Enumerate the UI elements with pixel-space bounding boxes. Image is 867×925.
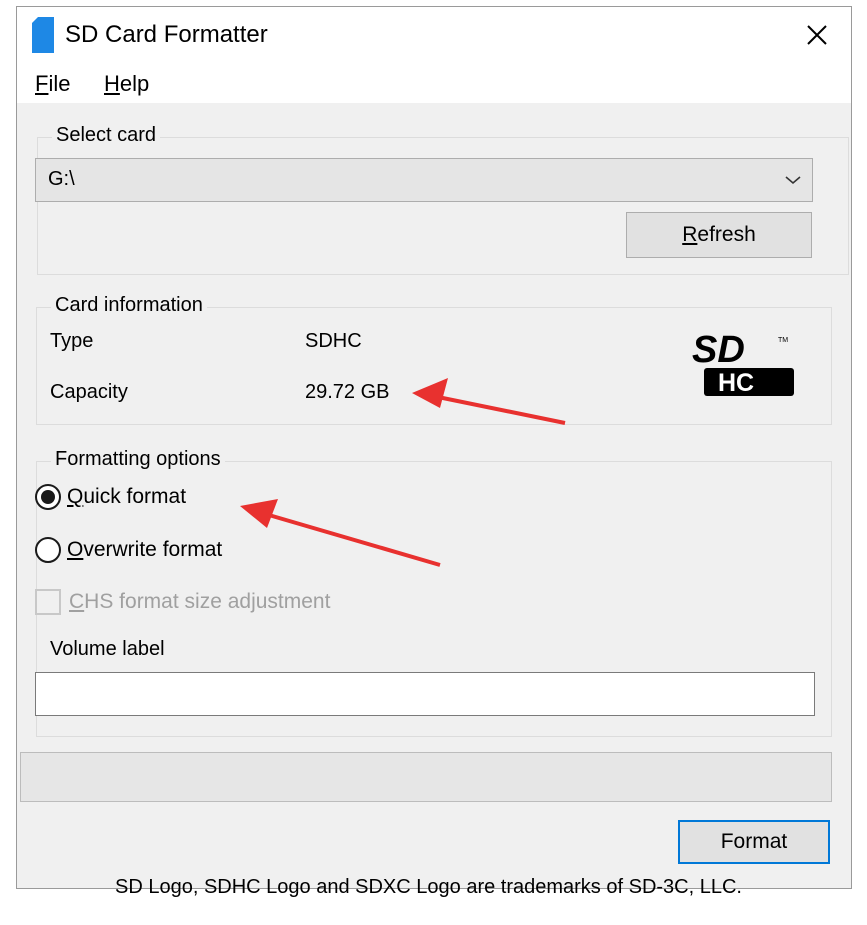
close-icon [807, 25, 827, 45]
overwrite-format-accelerator: O [67, 538, 84, 561]
sdhc-logo-tm: TM [778, 337, 788, 344]
overwrite-format-radio[interactable]: Overwrite format [35, 537, 222, 563]
menu-file[interactable]: File [35, 71, 70, 97]
sdhc-logo-bottom: HC [718, 369, 754, 397]
menu-bar: File Help [17, 65, 851, 103]
volume-label-caption: Volume label [50, 638, 165, 660]
quick-format-label-text: uick format [83, 485, 187, 508]
type-label: Type [50, 330, 94, 352]
menu-file-label: ile [48, 71, 71, 96]
trademark-notice: SD Logo, SDHC Logo and SDXC Logo are tra… [115, 876, 742, 898]
quick-format-label: Quick format [67, 485, 186, 509]
capacity-value: 29.72 GB [305, 381, 390, 403]
select-card-legend: Select card [52, 124, 161, 147]
chs-checkbox-box [35, 589, 61, 615]
chs-format-label-text: HS format size adjustment [84, 590, 331, 613]
overwrite-format-label: Overwrite format [67, 538, 222, 562]
chevron-down-icon [785, 176, 801, 185]
window-title: SD Card Formatter [65, 21, 268, 48]
close-button[interactable] [797, 15, 837, 55]
volume-label-input[interactable] [35, 672, 815, 716]
sdhc-logo: SD TM HC [692, 329, 794, 397]
formatting-options-legend: Formatting options [51, 448, 225, 471]
menu-file-accelerator: F [35, 71, 49, 96]
chs-format-accelerator: C [69, 590, 85, 613]
capacity-label: Capacity [50, 381, 128, 403]
overwrite-format-label-text: verwrite format [83, 538, 223, 561]
menu-help[interactable]: Help [104, 71, 149, 97]
sdhc-logo-top: SD [692, 329, 745, 371]
card-select-dropdown[interactable]: G:\ [35, 158, 813, 202]
quick-format-radio-circle [35, 484, 61, 510]
refresh-button[interactable]: Refresh [626, 212, 812, 258]
chs-format-size-checkbox[interactable]: CHS format size adjustment [35, 589, 330, 615]
card-information-legend: Card information [51, 294, 207, 317]
type-value: SDHC [305, 330, 362, 352]
refresh-accelerator: R [682, 223, 698, 246]
sd-card-icon [32, 17, 54, 53]
quick-format-accelerator: Q [67, 485, 84, 508]
format-progress-bar [20, 752, 832, 802]
menu-help-label: elp [119, 71, 150, 96]
overwrite-format-radio-circle [35, 537, 61, 563]
chs-format-label: CHS format size adjustment [69, 590, 330, 614]
format-button[interactable]: Format [678, 820, 830, 864]
quick-format-radio[interactable]: Quick format [35, 484, 186, 510]
card-select-value: G:\ [48, 168, 75, 190]
title-bar: SD Card Formatter [17, 7, 851, 65]
menu-help-accelerator: H [104, 71, 120, 96]
radio-selected-dot [41, 490, 55, 504]
refresh-label: efresh [697, 223, 756, 246]
